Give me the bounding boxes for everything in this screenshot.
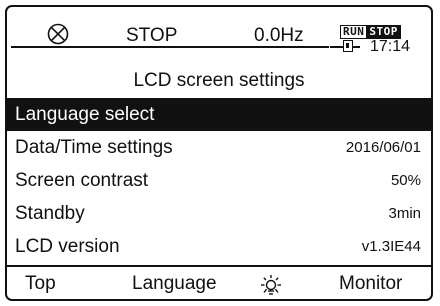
status-bar: STOP 0.0Hz RUN STOP 17:14 bbox=[7, 7, 431, 59]
fkey-top[interactable]: Top bbox=[25, 273, 56, 295]
fkey-monitor[interactable]: Monitor bbox=[339, 273, 402, 295]
fkey-language[interactable]: Language bbox=[132, 273, 217, 295]
menu-item-value: v1.3IE44 bbox=[361, 238, 421, 255]
lcd-screen: STOP 0.0Hz RUN STOP 17:14 LCD screen set… bbox=[5, 5, 433, 301]
function-key-bar: Top Language Monitor bbox=[7, 269, 431, 299]
menu-item-value: 3min bbox=[388, 205, 421, 222]
run-stop-indicator: RUN STOP bbox=[340, 25, 401, 39]
menu-item-value: 2016/06/01 bbox=[345, 139, 421, 156]
menu-item-date-time[interactable]: Data/Time settings 2016/06/01 bbox=[7, 131, 431, 164]
menu-item-value: 50% bbox=[390, 172, 421, 189]
menu-item-screen-contrast[interactable]: Screen contrast 50% bbox=[7, 164, 431, 197]
menu-item-language-select[interactable]: Language select bbox=[7, 98, 431, 131]
menu-item-standby[interactable]: Standby 3min bbox=[7, 197, 431, 230]
menu-item-label: Data/Time settings bbox=[15, 136, 173, 158]
menu-item-label: LCD version bbox=[15, 235, 120, 257]
stop-circle-icon bbox=[47, 23, 69, 45]
sun-icon[interactable] bbox=[258, 274, 284, 298]
stop-badge: STOP bbox=[367, 25, 401, 39]
screen-title: LCD screen settings bbox=[133, 70, 305, 91]
output-frequency: 0.0Hz bbox=[254, 25, 304, 46]
run-badge: RUN bbox=[340, 25, 368, 39]
status-divider bbox=[11, 46, 329, 48]
operation-state: STOP bbox=[126, 25, 178, 46]
menu-item-label: Screen contrast bbox=[15, 169, 149, 191]
battery-icon bbox=[343, 40, 353, 52]
settings-menu: Language select Data/Time settings 2016/… bbox=[7, 98, 431, 263]
menu-item-label: Standby bbox=[15, 202, 85, 224]
clock: 17:14 bbox=[370, 38, 411, 55]
menu-item-label: Language select bbox=[15, 103, 155, 125]
menu-item-lcd-version[interactable]: LCD version v1.3IE44 bbox=[7, 230, 431, 263]
footer-divider bbox=[7, 265, 431, 267]
